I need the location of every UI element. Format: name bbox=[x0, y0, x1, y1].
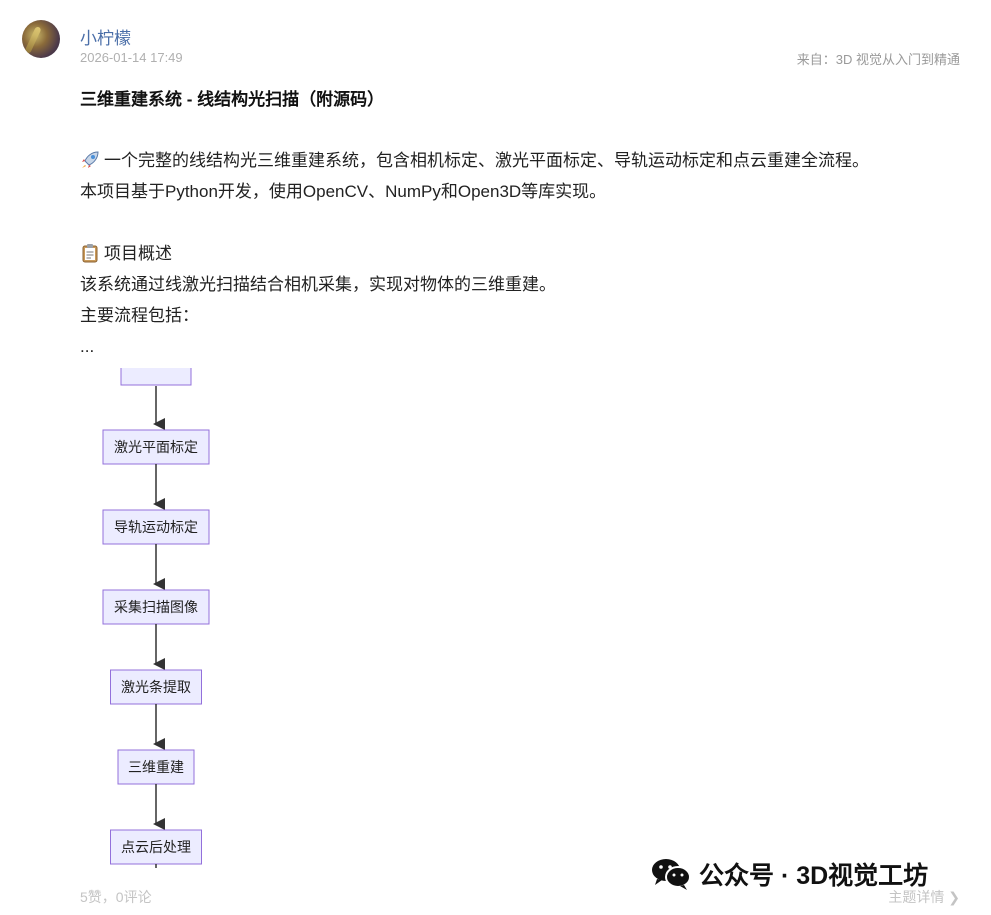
flow-node-clipped bbox=[120, 368, 192, 386]
flowchart-image[interactable]: 激光平面标定 导轨运动标定 采集扫描图像 激光条提取三维重建点云后处理 bbox=[98, 368, 218, 868]
flow-node-label: 激光条提取 bbox=[121, 679, 191, 696]
body-line3: 该系统通过线激光扫描结合相机采集，实现对物体的三维重建。 bbox=[80, 275, 556, 294]
body-line1-text: 一个完整的线结构光三维重建系统，包含相机标定、激光平面标定、导轨运动标定和点云重… bbox=[104, 151, 869, 170]
section-heading-text: 项目概述 bbox=[104, 244, 172, 263]
flow-node-label: 激光平面标定 bbox=[114, 439, 198, 456]
flowchart-svg: 激光平面标定导轨运动标定采集扫描图像激光条提取三维重建点云后处理 bbox=[102, 368, 210, 868]
watermark-text: 公众号 · 3D视觉工坊 bbox=[699, 862, 929, 890]
body-line2: 本项目基于Python开发，使用OpenCV、NumPy和Open3D等库实现。 bbox=[80, 182, 607, 201]
author-name[interactable]: 小柠檬 bbox=[80, 24, 131, 49]
post-time: 2026-01-14 17:49 bbox=[80, 50, 183, 65]
body-line4: 主要流程包括： bbox=[80, 306, 199, 325]
body-ellipsis[interactable]: ... bbox=[80, 331, 970, 362]
post-title: 三维重建系统 - 线结构光扫描（附源码） bbox=[80, 90, 385, 109]
flow-node-label: 导轨运动标定 bbox=[114, 520, 198, 536]
flow-node-label: 点云后处理 bbox=[121, 840, 191, 856]
post-body: 一个完整的线结构光三维重建系统，包含相机标定、激光平面标定、导轨运动标定和点云重… bbox=[80, 145, 970, 362]
wechat-icon bbox=[652, 859, 691, 890]
flow-node-label: 三维重建 bbox=[128, 760, 184, 776]
clipboard-icon bbox=[82, 244, 98, 263]
flow-node-label: 采集扫描图像 bbox=[114, 599, 198, 616]
post-source[interactable]: 来自：3D 视觉从入门到精通 bbox=[797, 49, 960, 68]
body-line-intro: 一个完整的线结构光三维重建系统，包含相机标定、激光平面标定、导轨运动标定和点云重… bbox=[80, 145, 970, 176]
rocket-icon bbox=[82, 151, 99, 168]
watermark: 公众号 · 3D视觉工坊 bbox=[651, 856, 928, 892]
footer-stats: 5赞，0评论 bbox=[80, 889, 152, 905]
section-heading: 项目概述 bbox=[80, 238, 970, 269]
author-avatar[interactable] bbox=[22, 20, 60, 58]
